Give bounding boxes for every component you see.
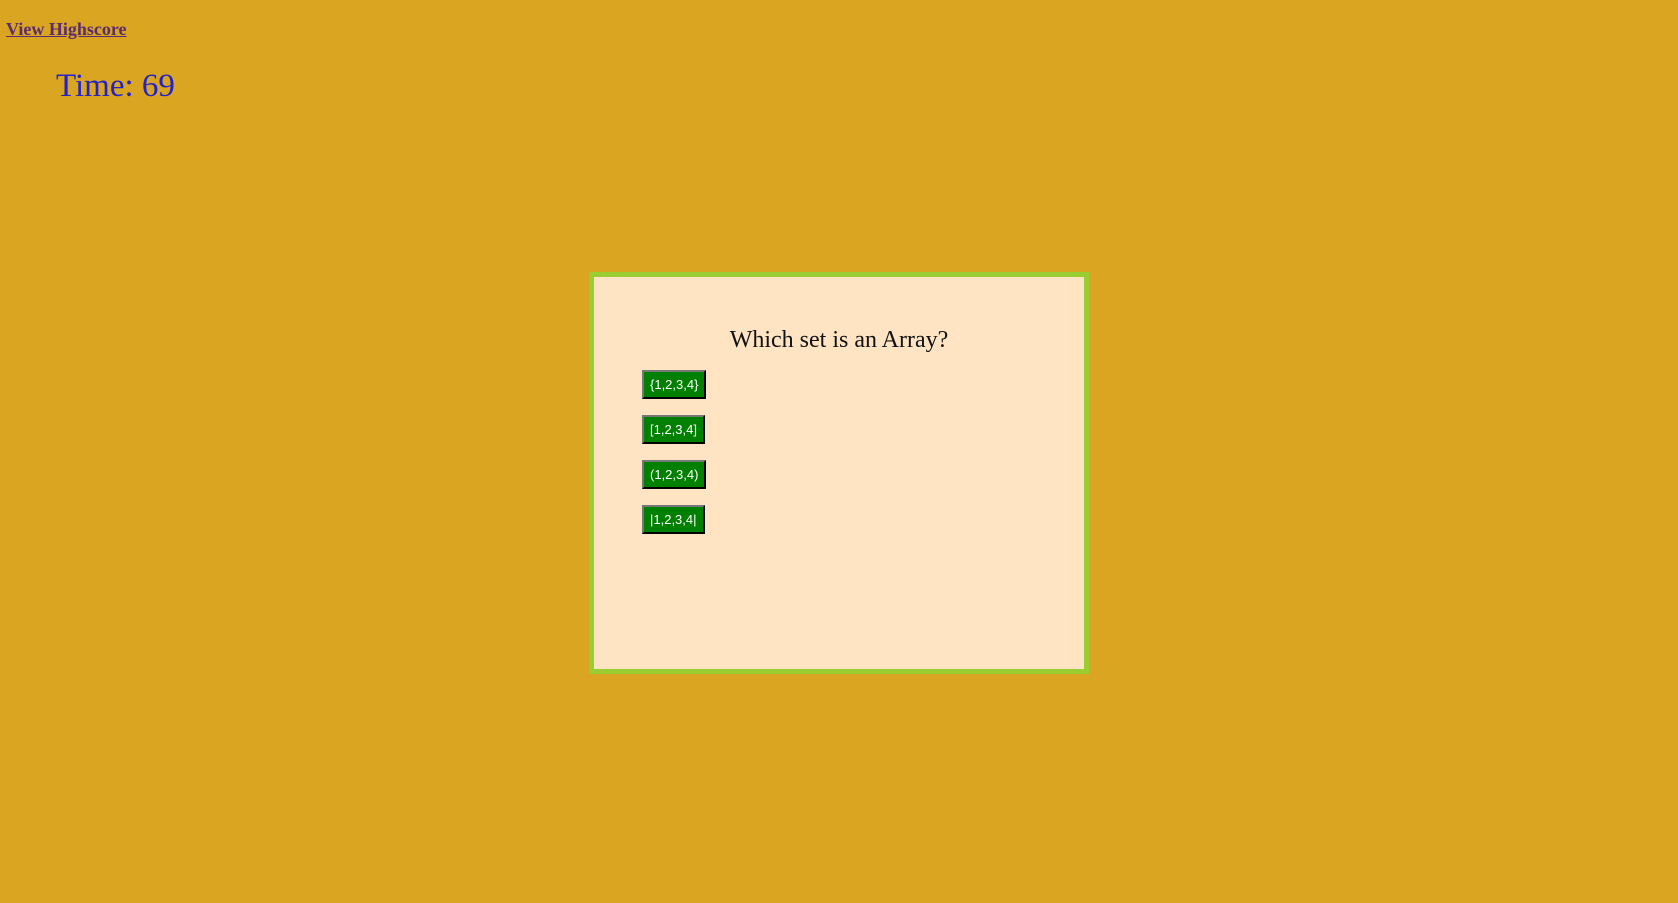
question-text: Which set is an Array?: [729, 327, 949, 353]
timer-value: 69: [141, 68, 175, 104]
answer-choices: {1,2,3,4} [1,2,3,4] (1,2,3,4) |1,2,3,4|: [642, 370, 707, 550]
answer-button-1[interactable]: {1,2,3,4}: [642, 370, 707, 399]
timer-label: Time:: [56, 68, 134, 104]
quiz-card: Which set is an Array? {1,2,3,4} [1,2,3,…: [589, 272, 1089, 674]
answer-button-3[interactable]: (1,2,3,4): [642, 460, 707, 489]
view-highscore-link[interactable]: View Highscore: [6, 19, 126, 40]
answer-button-4[interactable]: |1,2,3,4|: [642, 505, 705, 534]
answer-button-2[interactable]: [1,2,3,4]: [642, 415, 705, 444]
timer: Time: 69: [56, 68, 175, 105]
